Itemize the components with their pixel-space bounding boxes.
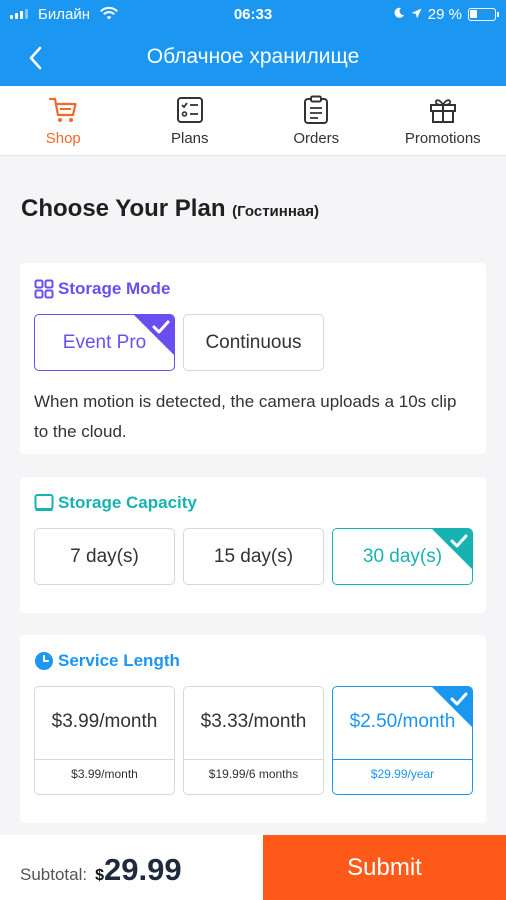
- capacity-option-30[interactable]: 30 day(s): [332, 528, 473, 585]
- heading-subtitle: (Гостинная): [232, 203, 319, 220]
- option-label: 7 day(s): [70, 545, 139, 567]
- card-title-text: Storage Mode: [58, 279, 171, 298]
- length-option-6months[interactable]: $3.33/month $19.99/6 months: [183, 686, 324, 795]
- subtotal-amount: 29.99: [104, 852, 182, 887]
- service-length-title: Service Length: [34, 651, 180, 671]
- location-arrow-icon: [411, 6, 422, 23]
- option-label: Continuous: [205, 331, 302, 353]
- cart-icon: [48, 93, 78, 127]
- card-title-text: Storage Capacity: [58, 493, 197, 512]
- moon-icon: [393, 6, 405, 23]
- check-icon: [432, 529, 472, 569]
- subtotal: Subtotal: $ 29.99: [20, 852, 182, 888]
- mode-option-event-pro[interactable]: Event Pro: [34, 314, 175, 371]
- tab-orders[interactable]: Orders: [253, 86, 380, 155]
- capacity-option-7[interactable]: 7 day(s): [34, 528, 175, 585]
- page-title: Облачное хранилище: [146, 45, 360, 68]
- tab-bar: Shop Plans Orders Promotions: [0, 86, 506, 156]
- grid-icon: [34, 279, 54, 299]
- battery-percent: 29 %: [427, 6, 462, 23]
- mode-description: When motion is detected, the camera uplo…: [34, 392, 457, 441]
- capacity-option-15[interactable]: 15 day(s): [183, 528, 324, 585]
- gift-icon: [429, 93, 457, 127]
- submit-label: Submit: [347, 853, 422, 881]
- price-detail: $29.99/year: [370, 767, 435, 781]
- checkout-bar: Subtotal: $ 29.99 Submit: [0, 835, 506, 900]
- clipboard-icon: [302, 93, 330, 127]
- storage-mode-card: Storage Mode Event Pro Continuous When m…: [20, 263, 486, 454]
- mode-option-continuous[interactable]: Continuous: [183, 314, 324, 371]
- status-bar: Билайн 06:33 29 %: [0, 0, 506, 30]
- length-option-yearly[interactable]: $2.50/month $29.99/year: [332, 686, 473, 795]
- check-icon: [134, 315, 174, 355]
- section-heading: Choose Your Plan (Гостинная): [21, 195, 319, 223]
- submit-button[interactable]: Submit: [263, 835, 506, 900]
- battery-icon: [468, 8, 499, 21]
- clock-icon: [35, 652, 53, 670]
- service-length-card: Service Length $3.99/month $3.99/month $…: [20, 635, 486, 823]
- app-header: Билайн 06:33 29 % Облачное хранилище: [0, 0, 506, 86]
- divider: [35, 759, 174, 760]
- tab-plans[interactable]: Plans: [127, 86, 254, 155]
- tab-shop[interactable]: Shop: [0, 86, 127, 155]
- tab-label: Shop: [45, 130, 81, 147]
- tab-promotions[interactable]: Promotions: [380, 86, 506, 155]
- storage-mode-title: Storage Mode: [34, 279, 170, 299]
- card-title-text: Service Length: [58, 651, 180, 670]
- option-label: 30 day(s): [362, 545, 443, 567]
- heading-title: Choose Your Plan: [21, 195, 226, 222]
- divider: [184, 759, 323, 760]
- status-right: 29 %: [393, 6, 499, 23]
- price-per-month: $3.33/month: [200, 711, 307, 732]
- price-detail: $3.99/month: [71, 767, 138, 781]
- subtotal-label: Subtotal:: [20, 865, 88, 884]
- tab-label: Plans: [170, 130, 209, 147]
- storage-device-icon: [34, 494, 54, 511]
- tab-label: Promotions: [404, 130, 481, 147]
- check-icon: [432, 687, 472, 727]
- price-per-month: $3.99/month: [51, 711, 158, 732]
- divider: [333, 759, 472, 760]
- length-option-monthly[interactable]: $3.99/month $3.99/month: [34, 686, 175, 795]
- tab-label: Orders: [293, 130, 340, 147]
- price-detail: $19.99/6 months: [208, 767, 299, 781]
- checklist-icon: [176, 93, 204, 127]
- option-label: 15 day(s): [213, 545, 294, 567]
- storage-capacity-title: Storage Capacity: [34, 493, 197, 513]
- storage-capacity-card: Storage Capacity 7 day(s) 15 day(s) 30 d…: [20, 477, 486, 613]
- currency-symbol: $: [95, 867, 105, 884]
